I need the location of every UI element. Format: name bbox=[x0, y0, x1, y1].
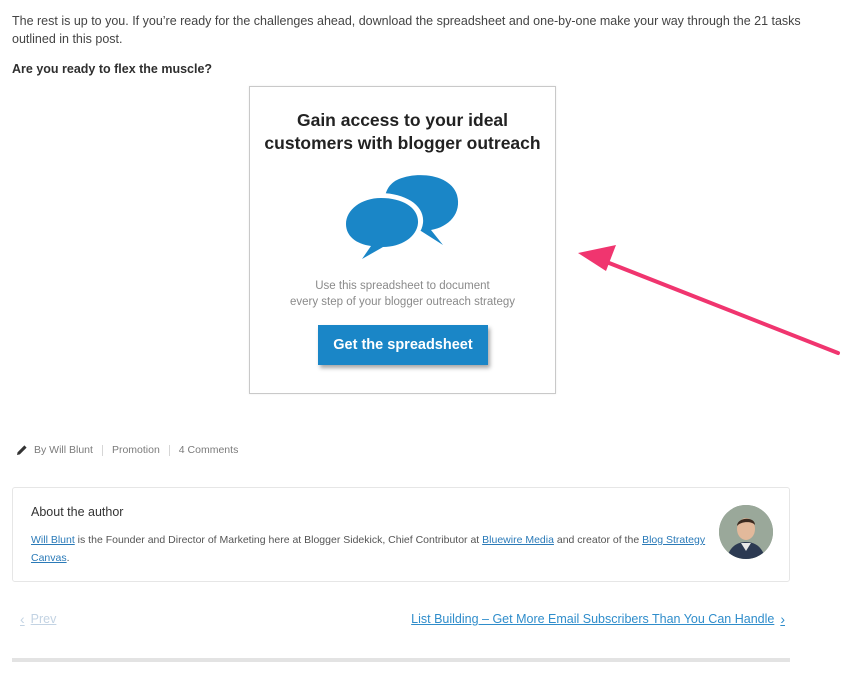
author-bio-end: . bbox=[66, 552, 70, 564]
question-text: Are you ready to flex the muscle? bbox=[12, 62, 213, 76]
bottom-divider bbox=[12, 658, 790, 662]
author-bio-text-1: is the Founder and Director of Marketing… bbox=[74, 534, 483, 546]
meta-divider bbox=[101, 444, 103, 456]
speech-bubbles-icon bbox=[341, 175, 459, 265]
chevron-left-icon: ‹ bbox=[20, 611, 25, 627]
cta-description-line-2: every step of your blogger outreach stra… bbox=[289, 296, 515, 308]
author-avatar[interactable] bbox=[719, 505, 773, 559]
author-bio-text-2: and creator of the bbox=[553, 534, 643, 546]
cta-description: Use this spreadsheet to document every s… bbox=[250, 278, 555, 310]
get-spreadsheet-button[interactable]: Get the spreadsheet bbox=[318, 325, 488, 365]
cta-description-line-1: Use this spreadsheet to document bbox=[315, 280, 490, 292]
post-category-link[interactable]: Promotion bbox=[112, 444, 160, 456]
author-portrait-icon bbox=[719, 505, 773, 559]
bluewire-media-link[interactable]: Bluewire Media bbox=[482, 534, 554, 546]
intro-paragraph: The rest is up to you. If you’re ready f… bbox=[12, 14, 801, 46]
previous-post-label: Prev bbox=[30, 612, 57, 626]
about-author-box: About the author Will Blunt is the Found… bbox=[12, 487, 790, 582]
author-bio: Will Blunt is the Founder and Director o… bbox=[31, 531, 711, 567]
pink-arrow-icon bbox=[578, 245, 840, 355]
next-post-link[interactable]: List Building – Get More Email Subscribe… bbox=[411, 611, 791, 627]
post-comments-link[interactable]: 4 Comments bbox=[179, 444, 239, 456]
post-author-link[interactable]: By Will Blunt bbox=[34, 444, 93, 456]
previous-post-link[interactable]: ‹ Prev bbox=[14, 611, 56, 627]
cta-title: Gain access to your ideal customers with… bbox=[250, 109, 555, 155]
spreadsheet-cta-box[interactable]: Gain access to your ideal customers with… bbox=[249, 86, 556, 394]
author-name-link[interactable]: Will Blunt bbox=[31, 534, 75, 546]
cta-title-line-1: Gain access to your ideal bbox=[296, 110, 509, 130]
post-meta: By Will Blunt Promotion 4 Comments bbox=[16, 443, 238, 457]
chevron-right-icon: › bbox=[780, 611, 785, 627]
cta-title-line-2: customers with blogger outreach bbox=[264, 133, 541, 153]
meta-divider bbox=[168, 444, 170, 456]
next-post-label: List Building – Get More Email Subscribe… bbox=[411, 612, 775, 626]
author-box-heading: About the author bbox=[31, 505, 124, 519]
pencil-icon bbox=[17, 445, 27, 455]
